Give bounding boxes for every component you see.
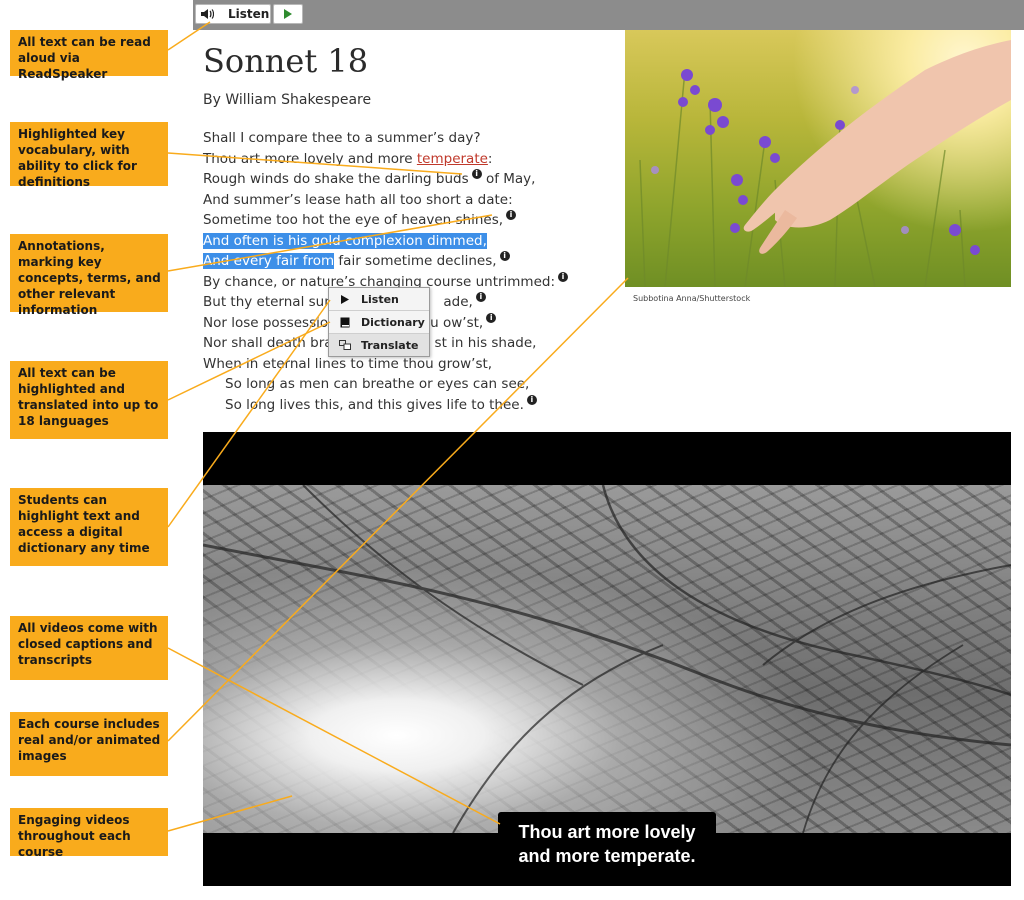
poem-line: So long as men can breathe or eyes can s… (203, 374, 568, 395)
page-title: Sonnet 18 (203, 42, 369, 80)
callout-vocabulary: Highlighted key vocabulary, with ability… (10, 122, 168, 189)
play-button[interactable] (273, 4, 303, 24)
callout-dictionary: Students can highlight text and access a… (10, 488, 168, 566)
annotation-info-icon[interactable]: i (499, 251, 510, 261)
listen-button[interactable]: Listen (195, 4, 271, 24)
menu-item-listen[interactable]: Listen (329, 288, 429, 311)
menu-item-label: Listen (361, 292, 399, 306)
highlighted-text[interactable]: And every fair from (203, 253, 335, 269)
flowers-illustration (639, 40, 1011, 287)
branches-illustration (203, 485, 1011, 833)
poem-line-text[interactable]: : (488, 151, 493, 167)
poem-line-text[interactable]: Nor lose possessio (203, 315, 328, 331)
video-closed-caption: Thou art more lovely and more temperate. (498, 812, 716, 876)
poem-line-text[interactable]: Rough winds do shake the darling buds (203, 171, 469, 187)
poem-line: Rough winds do shake the darling buds i o… (203, 169, 568, 190)
readspeaker-toolbar (193, 0, 1024, 30)
poem-line-text[interactable]: of May, (482, 171, 536, 187)
author-byline: By William Shakespeare (203, 92, 372, 108)
callout-captions: All videos come with closed captions and… (10, 616, 168, 680)
poem-line-text[interactable]: fair sometime declines, (334, 253, 496, 269)
menu-item-translate[interactable]: Translate (329, 334, 429, 356)
menu-item-label: Dictionary (361, 315, 425, 329)
annotation-info-icon[interactable]: i (471, 169, 482, 179)
video-frame-forest-canopy (203, 485, 1011, 833)
poem-line: And often is his gold complexion dimmed, (203, 231, 568, 252)
play-icon (283, 5, 293, 24)
vocabulary-link[interactable]: temperate (417, 151, 488, 167)
highlighted-text[interactable]: And often is his gold complexion dimmed, (203, 232, 487, 249)
play-icon (337, 294, 353, 304)
poem-line-text[interactable]: And summer’s lease hath all too short a … (203, 192, 513, 208)
poem-line-text[interactable]: So long as men can breathe or eyes can s… (225, 376, 529, 392)
image-credit: Subbotina Anna/Shutterstock (633, 294, 751, 303)
poem-line-text[interactable]: But thy eternal sum (203, 294, 337, 310)
callout-annotations: Annotations, marking key concepts, terms… (10, 234, 168, 317)
menu-item-label: Translate (361, 338, 419, 352)
course-image-hand-in-flowers (625, 30, 1011, 287)
poem-line: Shall I compare thee to a summer’s day? (203, 128, 568, 149)
selection-context-menu: Listen Dictionary Translate (328, 287, 430, 357)
callout-translate: All text can be highlighted and translat… (10, 361, 168, 439)
poem-line-text[interactable]: Nor shall death bra (203, 335, 333, 351)
callout-images: Each course includes real and/or animate… (10, 712, 168, 776)
callout-videos: Engaging videos throughout each course (10, 808, 168, 859)
listen-label: Listen (228, 7, 270, 21)
poem-line-text[interactable]: When in eternal lines to time thou grow’… (203, 356, 492, 372)
annotation-info-icon[interactable]: i (526, 394, 537, 405)
menu-item-dictionary[interactable]: Dictionary (329, 311, 429, 334)
poem-line: And every fair from fair sometime declin… (203, 251, 568, 272)
poem-line-text[interactable]: u ow’st, (430, 315, 483, 331)
annotation-info-icon[interactable]: i (475, 292, 486, 302)
poem-line-text[interactable]: ade, (443, 294, 472, 310)
annotation-info-icon[interactable]: i (486, 312, 497, 323)
poem-line-text[interactable]: Shall I compare thee to a summer’s day? (203, 130, 481, 146)
poem-line-text[interactable]: So long lives this, and this gives life … (225, 397, 524, 413)
callout-read-aloud: All text can be read aloud via ReadSpeak… (10, 30, 168, 81)
poem-line-text[interactable]: st in his shade, (435, 335, 537, 351)
poem-line-text[interactable]: Thou art more lovely and more (203, 151, 417, 167)
poem-line: So long lives this, and this gives life … (203, 394, 568, 416)
annotation-info-icon[interactable]: i (506, 210, 517, 220)
poem-line: And summer’s lease hath all too short a … (203, 190, 568, 211)
poem-line: Thou art more lovely and more temperate: (203, 149, 568, 170)
poem-line-text[interactable]: Sometime too hot the eye of heaven shine… (203, 212, 503, 228)
speaker-icon (196, 8, 218, 20)
poem-line: Sometime too hot the eye of heaven shine… (203, 210, 568, 231)
annotation-info-icon[interactable]: i (558, 271, 569, 282)
video-player[interactable]: Thou art more lovely and more temperate. (203, 432, 1011, 886)
book-icon (337, 317, 353, 328)
poem-text[interactable]: Shall I compare thee to a summer’s day? … (203, 128, 569, 416)
translate-icon (337, 340, 353, 350)
